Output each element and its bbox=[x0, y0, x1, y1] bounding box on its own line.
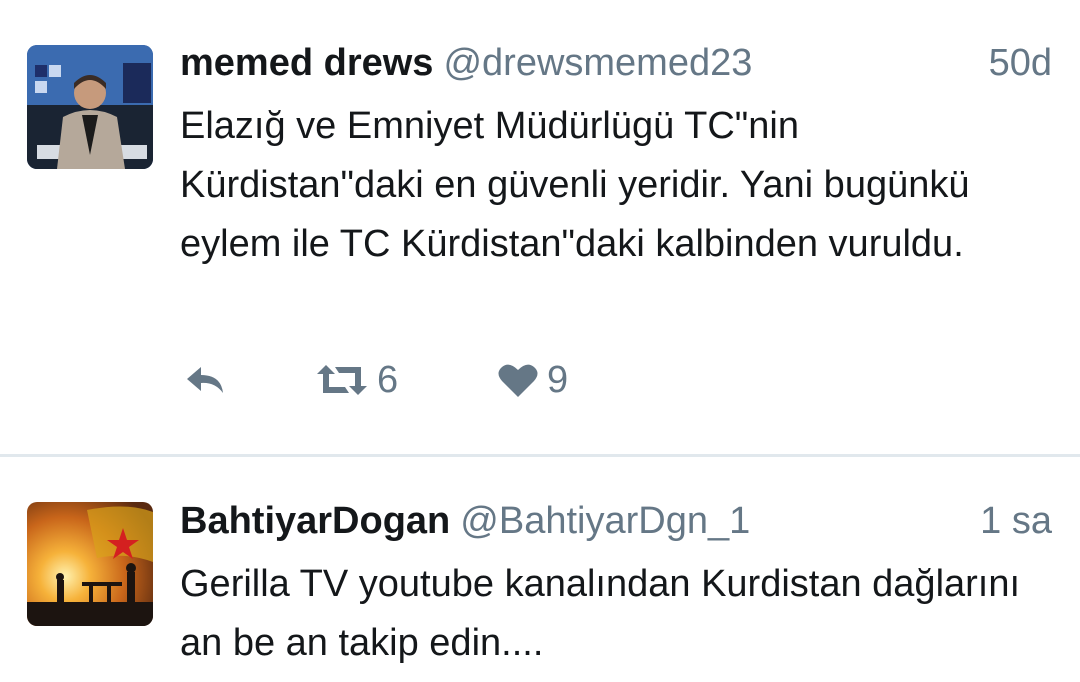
like-button[interactable]: 9 bbox=[497, 355, 568, 405]
tweet-text: Gerilla TV youtube kanalından Kurdistan … bbox=[180, 563, 1021, 664]
heart-icon bbox=[498, 364, 538, 397]
tweet-item[interactable]: BahtiyarDogan @BahtiyarDgn_1 1 sa Gerilla… bbox=[0, 458, 1080, 682]
tweet-header: BahtiyarDogan @BahtiyarDgn_1 1 sa bbox=[180, 500, 1052, 550]
reply-icon bbox=[187, 367, 223, 393]
avatar-image bbox=[27, 502, 153, 626]
tweet-text: Elazığ ve Emniyet Müdürlügü TC"nin Kürdi… bbox=[180, 105, 970, 265]
avatar[interactable] bbox=[27, 502, 153, 626]
tweet-header: memed drews @drewsmemed23 50d bbox=[180, 42, 1052, 92]
like-count: 9 bbox=[547, 358, 569, 401]
reply-button[interactable] bbox=[183, 355, 227, 405]
author-name[interactable]: memed drews bbox=[180, 42, 433, 84]
tweet-divider bbox=[0, 454, 1080, 457]
retweet-count: 6 bbox=[377, 358, 399, 401]
tweet-item[interactable]: memed drews @drewsmemed23 50d Elazığ ve E… bbox=[0, 0, 1080, 456]
tweet-timestamp[interactable]: 50d bbox=[989, 42, 1052, 85]
avatar-image bbox=[27, 45, 153, 169]
author-handle[interactable]: @drewsmemed23 bbox=[443, 42, 752, 84]
tweet-timestamp[interactable]: 1 sa bbox=[980, 500, 1052, 543]
retweet-button[interactable]: 6 bbox=[315, 355, 398, 405]
tweet-actions: 6 9 bbox=[0, 355, 700, 405]
author-handle[interactable]: @BahtiyarDgn_1 bbox=[460, 500, 750, 542]
retweet-icon bbox=[317, 365, 367, 395]
author-name[interactable]: BahtiyarDogan bbox=[180, 500, 450, 542]
avatar[interactable] bbox=[27, 45, 153, 169]
